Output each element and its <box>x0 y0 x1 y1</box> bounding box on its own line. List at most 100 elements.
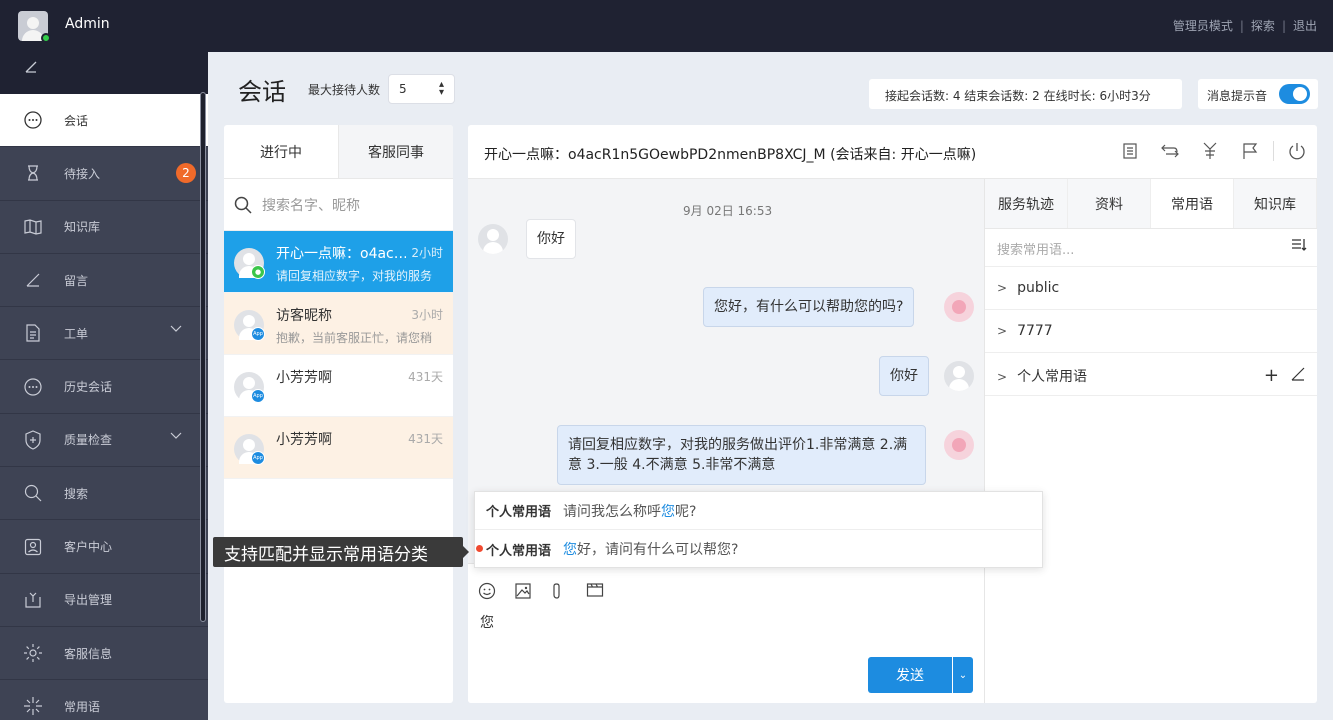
attachment-icon[interactable] <box>550 582 586 600</box>
session-item[interactable]: App 小芳芳啊 431天 <box>224 417 453 479</box>
sound-toggle[interactable] <box>1279 84 1310 104</box>
sidebar-item-label: 客服信息 <box>64 646 113 661</box>
sidebar-item-messages[interactable]: 留言 <box>0 254 208 308</box>
transfer-icon[interactable] <box>1150 141 1190 161</box>
top-links: 管理员模式 | 探索 | 退出 <box>1172 17 1317 34</box>
plus-icon[interactable]: + <box>1264 365 1279 386</box>
sidebar-item-label: 工单 <box>64 326 89 341</box>
tab-in-progress[interactable]: 进行中 <box>224 125 338 178</box>
sidebar-item-knowledge[interactable]: 知识库 <box>0 201 208 254</box>
message-editor[interactable]: 您 发送 ⌄ <box>468 563 984 703</box>
sidebar-item-label: 留言 <box>64 273 89 288</box>
wechat-icon: ● <box>251 265 265 279</box>
chevron-down-icon <box>170 432 182 439</box>
username: Admin <box>65 16 110 32</box>
stepper-arrows-icon[interactable]: ▴ ▾ <box>439 80 444 98</box>
document-icon <box>22 322 44 344</box>
sidebar-item-export[interactable]: 导出管理 <box>0 574 208 627</box>
sidebar: 会话 待接入 2 知识库 留言 工单 历史会话 质量检查 搜索 客户中心 导出管… <box>0 52 208 720</box>
max-reception-label: 最大接待人数 <box>308 83 381 97</box>
session-name: 开心一点嘛：o4ac… <box>276 246 406 262</box>
sidebar-item-waiting[interactable]: 待接入 2 <box>0 147 208 201</box>
chat-panel: 开心一点嘛：o4acR1n5GOewbPD2nmenBP8XCJ_M (会话来自… <box>468 125 1317 703</box>
sidebar-item-label: 知识库 <box>64 220 101 235</box>
visitor-avatar <box>478 224 508 254</box>
suggestion-text: 请问我怎么称呼您呢? <box>563 503 697 520</box>
chevron-right-icon: > <box>997 281 1008 295</box>
reward-icon[interactable] <box>1190 141 1230 161</box>
chevron-down-icon <box>170 325 182 333</box>
suggestion-item[interactable]: 个人常用语 您好，请问有什么可以帮您? <box>475 530 1042 568</box>
search-icon <box>234 196 252 214</box>
session-name: 小芳芳啊 <box>276 370 332 386</box>
tab-colleagues[interactable]: 客服同事 <box>338 125 453 178</box>
session-item[interactable]: App 访客昵称 3小时 抱歉，当前客服正忙，请您稍 <box>224 293 453 355</box>
suggestion-category: 个人常用语 <box>486 543 552 559</box>
shield-plus-icon <box>22 429 44 451</box>
pen-icon <box>22 269 44 291</box>
logout-link[interactable]: 退出 <box>1293 17 1317 34</box>
visitor-message: 你好 <box>526 219 576 259</box>
session-time: 431天 <box>408 432 443 446</box>
sidebar-item-label: 待接入 <box>64 166 101 181</box>
note-icon[interactable] <box>1110 141 1150 161</box>
max-reception-stepper[interactable]: 5 ▴ ▾ <box>388 74 455 104</box>
chat-bubble-icon <box>22 109 44 131</box>
sidebar-item-chat[interactable]: 会话 <box>0 94 208 148</box>
session-stats: 接起会话数: 4 结束会话数: 2 在线时长: 6小时3分 <box>869 79 1182 109</box>
max-reception-value: 5 <box>399 82 407 96</box>
export-icon <box>22 589 44 611</box>
chevron-right-icon: > <box>997 324 1008 338</box>
explore-link[interactable]: 探索 <box>1251 17 1275 34</box>
edit-icon[interactable] <box>1291 365 1305 386</box>
send-options-button[interactable]: ⌄ <box>953 657 973 693</box>
search-placeholder: 搜索名字、昵称 <box>262 197 360 214</box>
session-search[interactable]: 搜索名字、昵称 <box>224 179 453 231</box>
chat-header: 开心一点嘛：o4acR1n5GOewbPD2nmenBP8XCJ_M (会话来自… <box>468 125 1317 179</box>
chevron-right-icon: > <box>997 370 1008 384</box>
sidebar-item-customers[interactable]: 客户中心 <box>0 520 208 574</box>
message-timestamp: 9月 02日 16:53 <box>683 204 773 218</box>
feature-tooltip: 支持匹配并显示常用语分类 <box>213 537 469 567</box>
sidebar-scrollbar[interactable] <box>200 92 206 622</box>
side-tools-panel: 服务轨迹 资料 常用语 知识库 搜索常用语... > public >7777 >… <box>984 179 1317 703</box>
suggestion-item[interactable]: 个人常用语 请问我怎么称呼您呢? <box>475 492 1042 530</box>
sort-icon[interactable] <box>1291 238 1307 256</box>
chat-header-actions <box>1110 141 1317 161</box>
session-item[interactable]: ● 开心一点嘛：o4ac… 2小时 请回复相应数字，对我的服务 <box>224 231 453 293</box>
video-icon[interactable] <box>586 582 622 600</box>
phrase-group-public[interactable]: > public <box>985 267 1317 310</box>
sidebar-item-history[interactable]: 历史会话 <box>0 360 208 414</box>
session-preview: 抱歉，当前客服正忙，请您稍 <box>276 331 433 345</box>
agent-message: 你好 <box>879 356 929 396</box>
sidebar-item-phrases[interactable]: 常用语 <box>0 680 208 720</box>
session-name: 小芳芳啊 <box>276 432 332 448</box>
session-tabs: 进行中 客服同事 <box>224 125 453 179</box>
app-icon: App <box>251 327 265 341</box>
admin-mode-link[interactable]: 管理员模式 <box>1173 17 1233 34</box>
divider <box>1273 141 1274 161</box>
sidebar-item-search[interactable]: 搜索 <box>0 467 208 521</box>
image-icon[interactable] <box>514 582 550 600</box>
editor-toolbar <box>478 582 622 600</box>
sidebar-item-tickets[interactable]: 工单 <box>0 307 208 361</box>
emoji-icon[interactable] <box>478 582 514 600</box>
sidebar-item-quality[interactable]: 质量检查 <box>0 414 208 468</box>
flag-icon[interactable] <box>1230 141 1270 161</box>
sidebar-item-agent-info[interactable]: 客服信息 <box>0 627 208 681</box>
search-icon <box>22 482 44 504</box>
sidebar-collapse-toggle[interactable] <box>0 52 208 94</box>
send-button[interactable]: 发送 <box>868 657 952 693</box>
phrase-group-personal[interactable]: > 个人常用语 + <box>985 353 1317 396</box>
sidebar-item-label: 会话 <box>64 113 89 128</box>
session-item[interactable]: App 小芳芳啊 431天 <box>224 355 453 417</box>
sidebar-item-label: 历史会话 <box>64 380 113 395</box>
session-time: 431天 <box>408 370 443 384</box>
tab-common-phrases[interactable]: 常用语 <box>1151 179 1234 228</box>
tab-service-trace[interactable]: 服务轨迹 <box>985 179 1068 228</box>
phrase-group-7777[interactable]: >7777 <box>985 310 1317 353</box>
power-icon[interactable] <box>1277 141 1317 161</box>
tab-knowledge-base[interactable]: 知识库 <box>1234 179 1317 228</box>
phrase-search-input[interactable]: 搜索常用语... <box>985 229 1317 267</box>
tab-profile[interactable]: 资料 <box>1068 179 1151 228</box>
